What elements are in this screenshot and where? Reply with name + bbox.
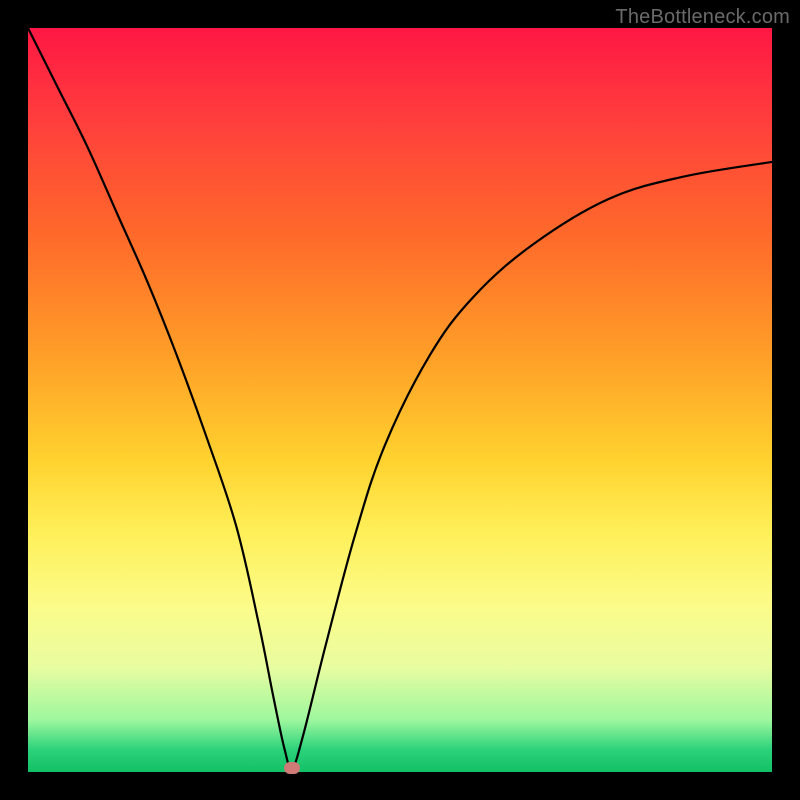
- chart-plot-area: [28, 28, 772, 772]
- watermark-text: TheBottleneck.com: [615, 6, 790, 29]
- bottleneck-curve: [28, 28, 772, 772]
- optimal-point-marker: [284, 762, 300, 774]
